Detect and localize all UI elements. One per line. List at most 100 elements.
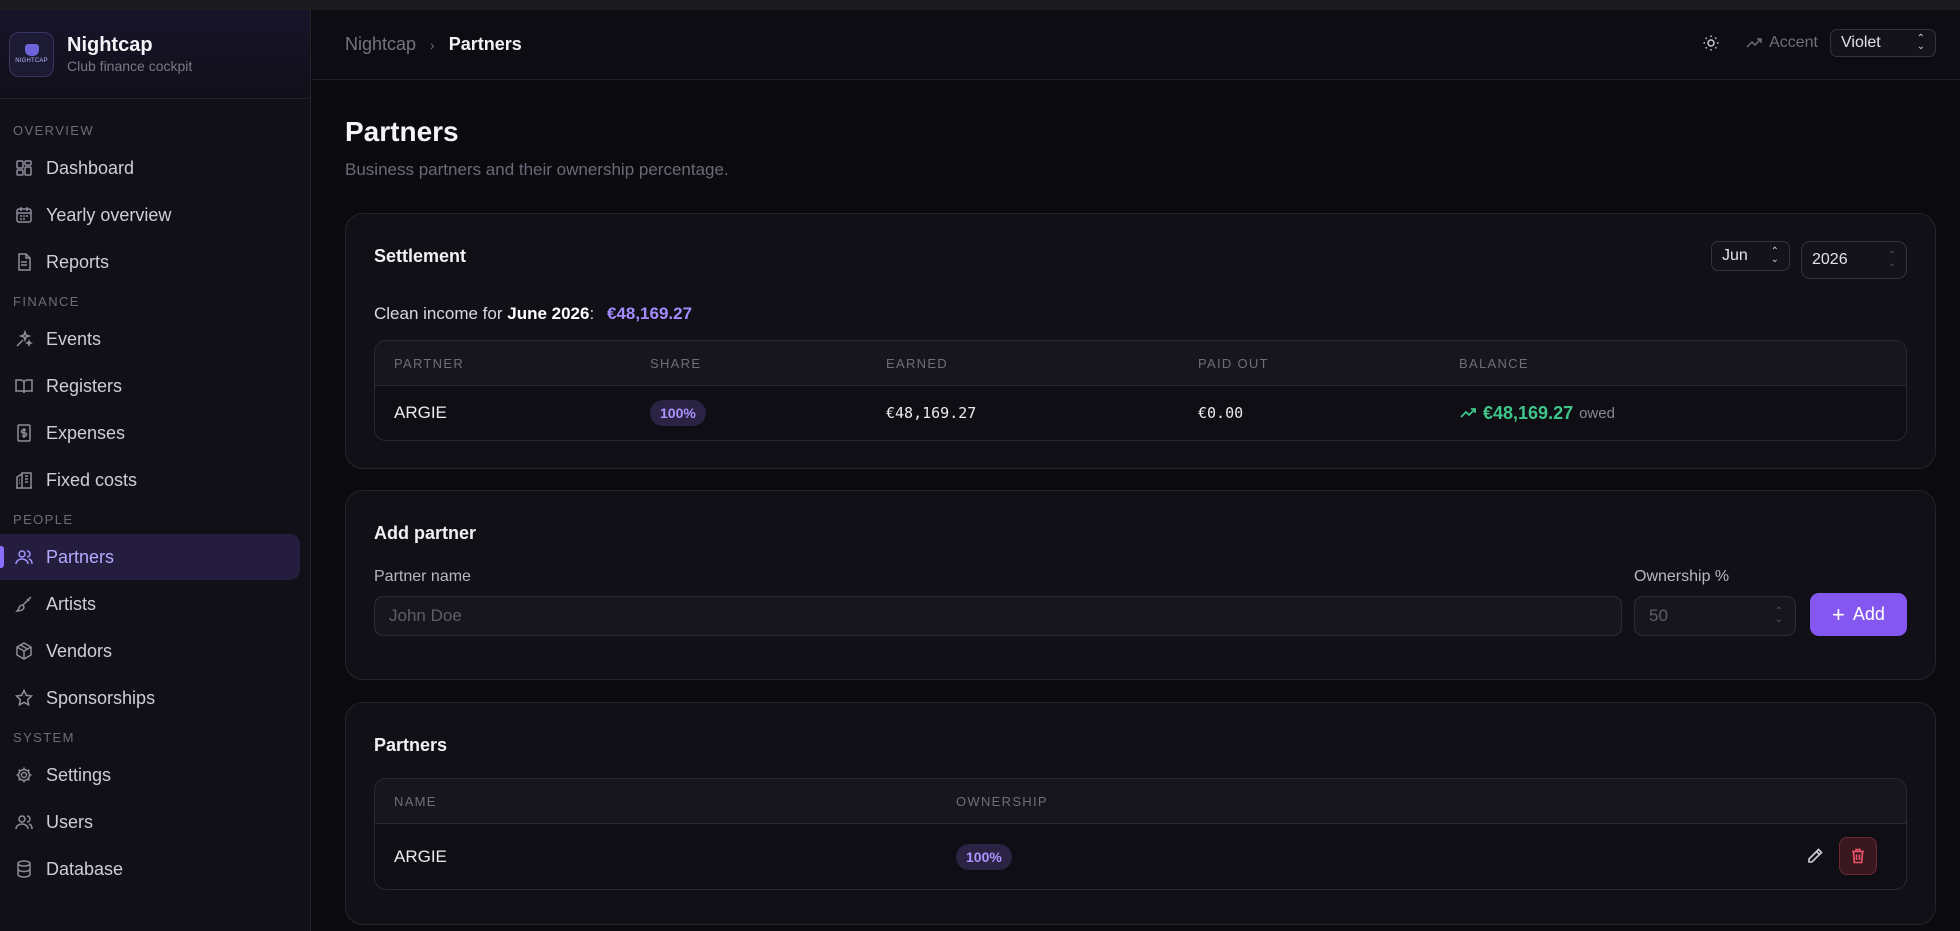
sidebar-item-label: Fixed costs <box>46 469 138 490</box>
table-header: NAME OWNERSHIP <box>375 779 1906 824</box>
breadcrumb-chevron-icon: › <box>430 36 435 53</box>
sidebar-item-dashboard[interactable]: Dashboard <box>0 145 300 191</box>
add-partner-title: Add partner <box>374 523 477 543</box>
balance-cell: €48,169.27 owed <box>1459 386 1615 440</box>
settlement-title: Settlement <box>374 246 467 266</box>
sparkles-icon <box>14 329 34 349</box>
partner-name-input[interactable]: John Doe <box>374 596 1622 636</box>
accent-label: Accent <box>1745 34 1818 52</box>
breadcrumb-root[interactable]: Nightcap <box>345 34 416 55</box>
ownership-badge: 100% <box>956 843 1012 870</box>
nav-section-finance: FINANCE <box>13 293 80 309</box>
column-header: OWNERSHIP <box>956 793 1048 809</box>
sidebar-item-database[interactable]: Database <box>0 846 300 892</box>
page-subtitle: Business partners and their ownership pe… <box>345 160 729 179</box>
sidebar-item-label: Database <box>46 858 124 879</box>
breadcrumb-current: Partners <box>448 34 522 54</box>
plus-icon: + <box>1832 601 1845 627</box>
column-header: SHARE <box>650 355 702 371</box>
database-icon <box>14 859 34 879</box>
brush-icon <box>14 594 34 614</box>
accent-select-value: Violet <box>1841 34 1881 51</box>
ownership-input[interactable]: 50 ⌃ ⌄ <box>1634 596 1796 636</box>
partner-name-placeholder: John Doe <box>389 606 462 625</box>
app-logo: NIGHTCAP <box>9 31 54 77</box>
sidebar-item-yearly-overview[interactable]: Yearly overview <box>0 192 300 238</box>
receipt-icon <box>14 423 34 443</box>
paid-out-cell: €0.00 <box>1198 404 1244 422</box>
sidebar-item-settings[interactable]: Settings <box>0 752 300 798</box>
sidebar-item-label: Sponsorships <box>46 687 156 708</box>
trash-icon <box>1852 848 1864 864</box>
add-partner-card: Add partner Partner name John Doe Owners… <box>345 490 1936 680</box>
building-icon <box>14 470 34 490</box>
column-header: PAID OUT <box>1198 355 1269 371</box>
share-badge: 100% <box>650 400 706 426</box>
partner-name-label: Partner name <box>374 568 471 585</box>
table-header: PARTNER SHARE EARNED PAID OUT BALANCE <box>375 341 1906 386</box>
sidebar-item-events[interactable]: Events <box>0 316 300 362</box>
window-top-strip <box>0 0 1960 10</box>
earned-cell: €48,169.27 <box>886 404 977 422</box>
sidebar-item-registers[interactable]: Registers <box>0 363 300 409</box>
partner-name-cell: ARGIE <box>394 846 447 866</box>
chevron-up-down-icon: ⌃ ⌄ <box>1770 246 1779 265</box>
column-header: BALANCE <box>1459 355 1529 371</box>
page-title: Partners <box>345 116 459 147</box>
year-stepper-value: 2026 <box>1812 251 1848 268</box>
column-header: EARNED <box>886 355 948 371</box>
sidebar-item-sponsorships[interactable]: Sponsorships <box>0 675 300 721</box>
package-icon <box>14 641 34 661</box>
brand[interactable]: NIGHTCAP Nightcap Club finance cockpit <box>0 10 310 99</box>
sidebar-item-fixed-costs[interactable]: Fixed costs <box>0 457 300 503</box>
sidebar-item-label: Users <box>46 811 94 832</box>
ownership-placeholder: 50 <box>1649 606 1668 625</box>
delete-partner-button[interactable] <box>1839 837 1877 875</box>
month-select[interactable]: Jun ⌃ ⌄ <box>1711 241 1790 271</box>
dashboard-icon <box>14 158 34 178</box>
logo-mark-icon <box>24 44 39 56</box>
sidebar-item-artists[interactable]: Artists <box>0 581 300 627</box>
partner-cell: ARGIE <box>394 403 447 422</box>
year-stepper[interactable]: 2026 ⌃ ⌄ <box>1801 241 1907 279</box>
balance-note: owed <box>1579 404 1615 422</box>
sidebar-item-label: Vendors <box>46 640 113 661</box>
pencil-icon <box>1808 848 1823 863</box>
share-cell: 100% <box>650 386 706 440</box>
app-name: Nightcap <box>67 34 153 56</box>
column-header: PARTNER <box>394 355 465 371</box>
sidebar-item-expenses[interactable]: Expenses <box>0 410 300 456</box>
logo-text: NIGHTCAP <box>15 58 48 64</box>
balance-amount: €48,169.27 <box>1483 402 1574 423</box>
sidebar-item-label: Settings <box>46 764 112 785</box>
sidebar-item-partners[interactable]: Partners <box>0 534 300 580</box>
stepper-arrows-icon: ⌃ ⌄ <box>1774 606 1783 625</box>
column-header: NAME <box>394 793 437 809</box>
clean-income-period: June 2026 <box>507 304 590 323</box>
main-content: Nightcap › Partners Accent Violet ⌃ ⌄ Par… <box>312 10 1960 931</box>
add-button-label: Add <box>1852 604 1885 624</box>
book-icon <box>14 376 34 396</box>
clean-income-line: Clean income for June 2026: €48,169.27 <box>374 304 692 324</box>
theme-toggle-sun-icon[interactable] <box>1697 29 1725 57</box>
users-icon <box>14 547 34 567</box>
add-partner-button[interactable]: + Add <box>1810 593 1907 636</box>
star-icon <box>14 688 34 708</box>
sidebar-item-label: Yearly overview <box>46 204 172 225</box>
users-icon <box>14 812 34 832</box>
calendar-icon <box>14 205 34 225</box>
trending-up-icon <box>1746 38 1762 48</box>
nav-section-overview: OVERVIEW <box>13 122 95 138</box>
ownership-cell: 100% <box>956 824 1012 889</box>
gear-icon <box>14 765 34 785</box>
partners-card: Partners NAME OWNERSHIP ARGIE 100% <box>345 702 1936 925</box>
sidebar-item-users[interactable]: Users <box>0 799 300 845</box>
sidebar-item-label: Artists <box>46 593 97 614</box>
edit-partner-button[interactable] <box>1796 837 1834 875</box>
sidebar-item-vendors[interactable]: Vendors <box>0 628 300 674</box>
top-header: Nightcap › Partners Accent Violet ⌃ ⌄ <box>312 10 1960 80</box>
settlement-card: Settlement Jun ⌃ ⌄ 2026 ⌃ ⌄ Clean income f… <box>345 213 1936 469</box>
chevron-up-down-icon: ⌃ ⌄ <box>1916 33 1925 52</box>
sidebar-item-reports[interactable]: Reports <box>0 239 300 285</box>
accent-select[interactable]: Violet ⌃ ⌄ <box>1830 29 1936 57</box>
